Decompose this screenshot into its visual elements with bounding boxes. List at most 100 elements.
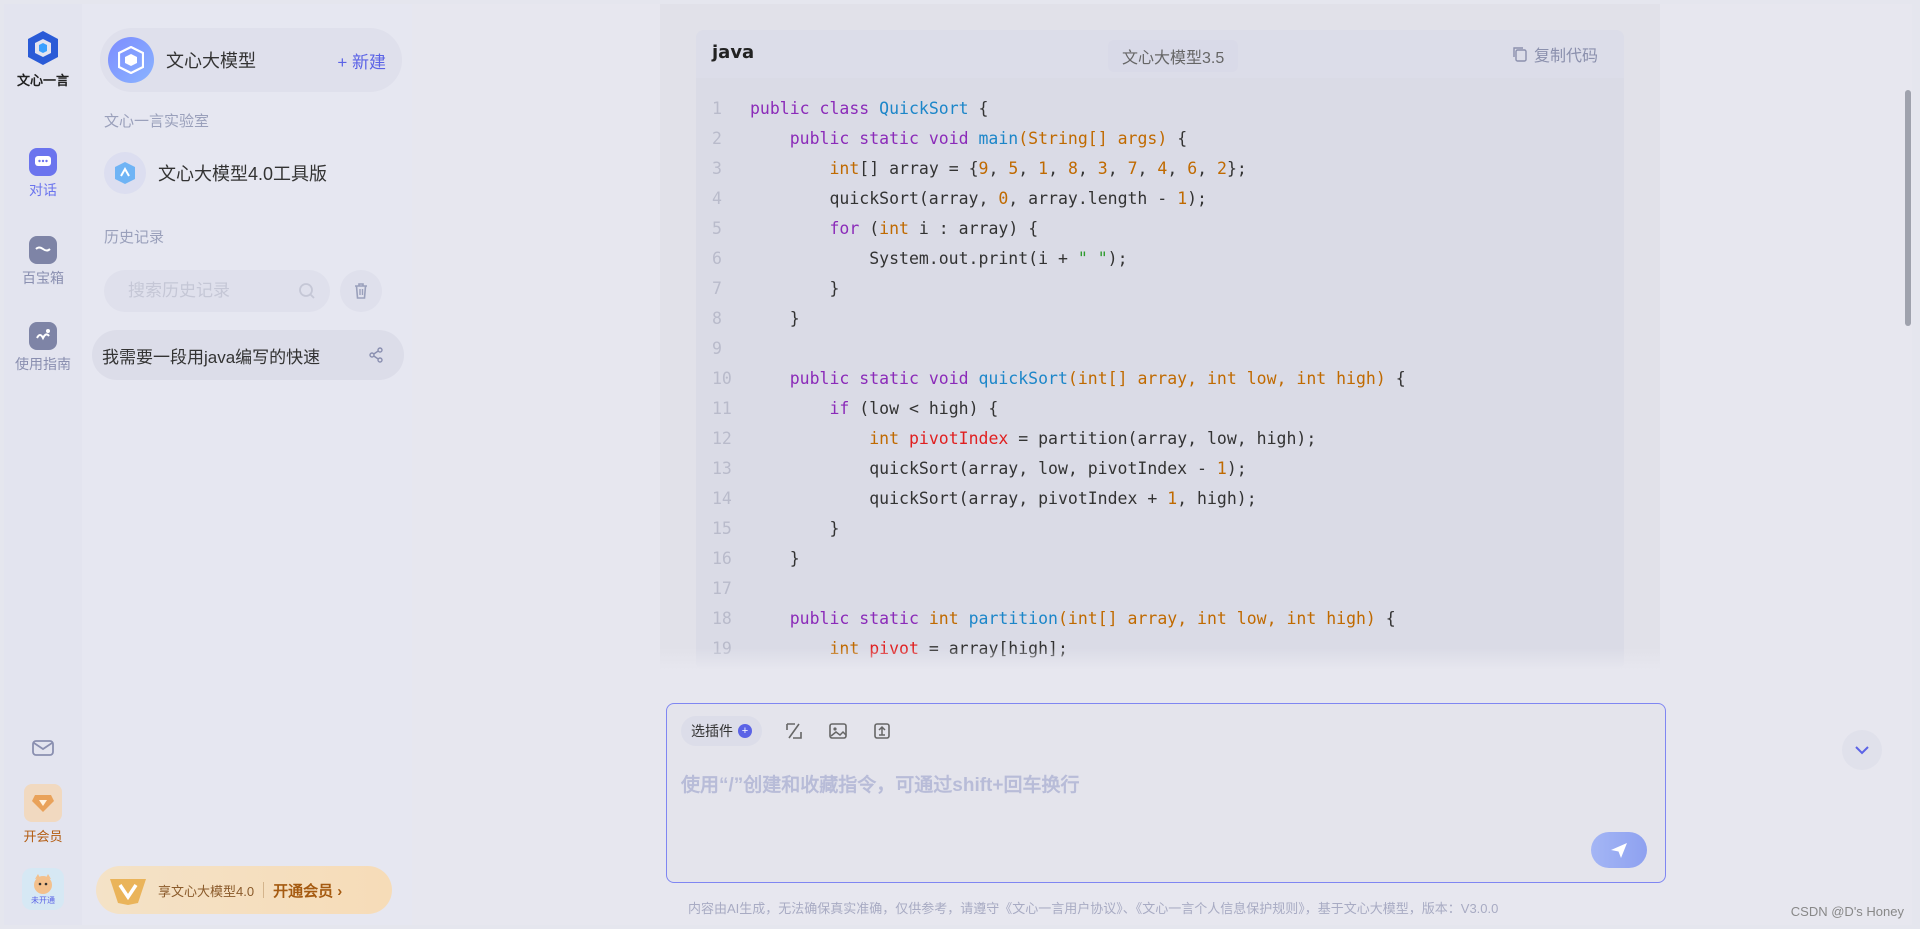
wenxin-logo-icon [25,30,61,66]
file-upload-icon[interactable] [871,720,893,742]
rail-item-guide-label: 使用指南 [15,356,71,372]
select-plugin-label: 选插件 [691,723,733,739]
rail-logo-label: 文心一言 [16,73,69,88]
code-line: 15 } [696,514,1624,544]
line-number: 3 [712,159,722,178]
rail-avatar[interactable]: 未开通 [4,868,82,914]
prompt-input-box[interactable]: 选插件 + 使用“/”创建和收藏指令，可通过shift+回车换行 [666,703,1666,883]
open-vip-button[interactable]: 开通会员 › [273,880,342,901]
rail-item-toolbox-label: 百宝箱 [22,270,64,286]
image-upload-icon[interactable] [827,720,849,742]
app-window: 文心一言 对话 百宝箱 使用指南 开会员 未开通 文心大模型 + 新建 文心一言… [0,0,1920,929]
scrollbar-thumb[interactable] [1905,90,1911,326]
watermark: CSDN @D's Honey [1790,904,1904,919]
line-number: 16 [712,549,732,568]
line-number: 4 [712,189,722,208]
avatar-badge: 未开通 [31,895,55,905]
line-number: 6 [712,249,722,268]
code-line: 8 } [696,304,1624,334]
line-number: 13 [712,459,732,478]
send-button[interactable] [1591,832,1647,868]
line-number: 14 [712,489,732,508]
line-number: 8 [712,309,722,328]
line-number: 9 [712,339,722,358]
rail-vip-label: 开会员 [23,829,63,844]
line-number: 1 [712,99,722,118]
history-item-title: 我需要一段用java编写的快速 [102,347,321,367]
tool-version-label: 文心大模型4.0工具版 [158,164,328,184]
select-plugin-button[interactable]: 选插件 + [681,716,762,746]
brand-logo-icon [108,37,154,83]
plus-icon: + [738,724,752,738]
code-line: 17 [696,574,1624,604]
code-line: 4 quickSort(array, 0, array.length - 1); [696,184,1624,214]
diamond-vip-icon [24,784,62,822]
code-block-header: java 文心大模型3.5 复制代码 [696,30,1624,78]
rail-vip[interactable]: 开会员 [4,784,82,845]
clear-history-button[interactable] [340,270,382,312]
rail-item-guide[interactable]: 使用指南 [4,322,82,374]
code-line: 10 public static void quickSort(int[] ar… [696,364,1624,394]
left-rail: 文心一言 对话 百宝箱 使用指南 开会员 未开通 [4,4,82,925]
code-line: 14 quickSort(array, pivotIndex + 1, high… [696,484,1624,514]
line-number: 7 [712,279,722,298]
copy-icon [1513,47,1527,62]
code-line: 12 int pivotIndex = partition(array, low… [696,424,1624,454]
line-number: 2 [712,129,722,148]
prompt-placeholder[interactable]: 使用“/”创建和收藏指令，可通过shift+回车换行 [681,770,1079,797]
send-icon [1611,843,1627,858]
rail-item-toolbox[interactable]: 百宝箱 [4,236,82,288]
brand-name: 文心大模型 [166,51,256,71]
lab-section-label: 文心一言实验室 [104,113,210,130]
line-number: 11 [712,399,732,418]
code-line: 16 } [696,544,1624,574]
chevron-down-icon [1855,746,1869,755]
disclaimer-footer: 内容由AI生成，无法确保真实准确，仅供参考，请遵守《文心一言用户协议》、《文心一… [688,901,1499,916]
code-line: 6 System.out.print(i + " "); [696,244,1624,274]
guide-icon [29,322,57,350]
model-tag: 文心大模型3.5 [1108,40,1239,72]
trash-icon [355,283,367,299]
rail-mail[interactable] [4,734,82,766]
code-line: 18 public static int partition(int[] arr… [696,604,1624,634]
code-line: 2 public static void main(String[] args)… [696,124,1624,154]
code-line: 13 quickSort(array, low, pivotIndex - 1)… [696,454,1624,484]
line-number: 17 [712,579,732,598]
rail-item-chat[interactable]: 对话 [4,148,82,200]
sidebar-item-tool-version[interactable]: 文心大模型4.0工具版 [104,152,327,194]
code-line: 3 int[] array = {9, 5, 1, 8, 3, 7, 4, 6,… [696,154,1624,184]
code-body: 1 public class QuickSort { 2 public stati… [696,94,1624,670]
mail-icon [29,734,57,762]
code-line: 9 [696,334,1624,364]
code-line: 1 public class QuickSort { [696,94,1624,124]
rail-item-chat-label: 对话 [29,182,57,198]
share-icon[interactable] [368,347,384,363]
command-slash-icon[interactable] [783,720,805,742]
toolbox-icon [29,236,57,264]
code-fade-overlay [660,648,1660,670]
brand-pill[interactable]: 文心大模型 + 新建 [100,28,402,92]
chat-icon [29,148,57,176]
code-line: 11 if (low < high) { [696,394,1624,424]
code-line: 5 for (int i : array) { [696,214,1624,244]
scroll-down-button[interactable] [1842,730,1882,770]
user-avatar: 未开通 [22,868,64,910]
search-icon[interactable] [298,282,316,300]
vip-banner[interactable]: 享文心大模型4.0 开通会员 › [96,866,392,914]
code-language: java [712,42,755,63]
line-number: 5 [712,219,722,238]
vip-banner-divider [263,882,265,898]
line-number: 15 [712,519,732,538]
rail-logo[interactable]: 文心一言 [4,30,82,89]
copy-code-label: 复制代码 [1533,48,1598,65]
history-section-label: 历史记录 [104,229,165,246]
code-block: java 文心大模型3.5 复制代码 1 public class QuickSo… [696,30,1624,670]
vip-badge-icon [110,879,146,905]
tool-version-icon [104,152,146,194]
new-chat-button[interactable]: + 新建 [337,48,386,73]
history-search-input[interactable] [126,280,290,302]
copy-code-button[interactable]: 复制代码 [1512,42,1598,66]
line-number: 12 [712,429,732,448]
history-item[interactable]: 我需要一段用java编写的快速 [92,330,404,380]
vip-banner-text: 享文心大模型4.0 [158,883,255,899]
